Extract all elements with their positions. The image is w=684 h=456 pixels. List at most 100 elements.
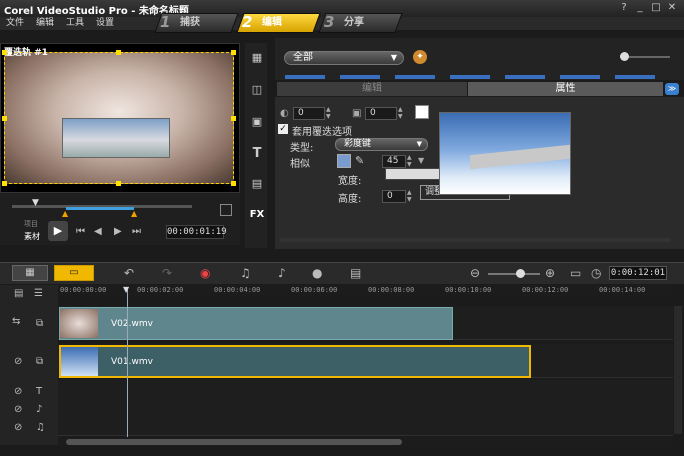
lock-icon[interactable]: ⊘ [14, 386, 22, 397]
opacity-spinner[interactable]: 0 [293, 107, 325, 120]
clip-mode-label[interactable]: 素材 [24, 231, 40, 242]
resize-handle[interactable] [116, 50, 121, 55]
track-manager-icon[interactable]: ▤ [14, 288, 23, 299]
auto-music-icon[interactable]: ♪ [278, 266, 286, 280]
overlay-checkbox[interactable]: ✓ [278, 124, 288, 134]
trim-start-icon[interactable]: ▲ [62, 209, 68, 218]
timeline-view-button[interactable]: ▭ [54, 265, 94, 281]
browse-icon[interactable]: ✦ [413, 50, 427, 64]
resize-handle[interactable] [231, 116, 236, 121]
resize-handle[interactable] [231, 50, 236, 55]
video-track-icon[interactable]: ⧉ [36, 356, 43, 367]
motion-icon[interactable]: ● [312, 266, 322, 280]
thumb-size-handle[interactable] [620, 52, 629, 61]
border-spinner[interactable]: 0 [365, 107, 397, 120]
type-dropdown: 彩度键 ▼ [335, 138, 428, 151]
spinner-arrows-icon[interactable]: ▲ ▼ [407, 154, 412, 168]
lock-icon[interactable]: ⊘ [14, 356, 22, 367]
scrub-handle-icon[interactable]: ▼ [32, 198, 39, 208]
playhead-marker-icon[interactable]: ▼ [123, 285, 129, 294]
minimize-icon[interactable]: _ [632, 2, 648, 14]
fit-project-icon[interactable]: ▭ [570, 266, 581, 280]
key-color-swatch[interactable] [337, 154, 351, 168]
eyedropper-icon[interactable]: ✎ [355, 154, 364, 167]
library-thumb[interactable] [560, 75, 600, 79]
spinner-arrows-icon[interactable]: ▲ ▼ [398, 106, 403, 120]
chapter-icon[interactable]: ☰ [34, 288, 43, 299]
library-thumb[interactable] [450, 75, 490, 79]
close-icon[interactable]: ✕ [664, 2, 680, 14]
similar-spinner[interactable]: 45 [382, 155, 406, 168]
trim-end-icon[interactable]: ▲ [131, 209, 137, 218]
resize-handle[interactable] [116, 181, 121, 186]
step-share-num: 3 [324, 13, 335, 31]
record-icon[interactable]: ◉ [200, 266, 210, 280]
music-track-icon[interactable]: ♫ [36, 422, 45, 433]
resize-handle[interactable] [2, 181, 7, 186]
media-icon[interactable]: ▦ [248, 50, 266, 66]
collapse-icon[interactable]: ≫ [665, 83, 679, 95]
resize-handle[interactable] [2, 50, 7, 55]
video-icon[interactable]: ▤ [248, 176, 266, 192]
resize-handle[interactable] [2, 116, 7, 121]
playhead[interactable] [127, 287, 128, 437]
border-color-swatch[interactable] [415, 105, 429, 119]
zoom-slider[interactable] [488, 273, 540, 275]
audio-mixer-icon[interactable]: ♫ [240, 266, 251, 280]
menu-edit[interactable]: 编辑 [36, 17, 54, 30]
play-button[interactable]: ▶ [48, 221, 68, 241]
redo-icon[interactable]: ↷ [162, 266, 172, 280]
library-thumb[interactable] [615, 75, 655, 79]
clock-icon: ◷ [591, 266, 602, 280]
go-start-icon[interactable]: ⏮ [76, 226, 85, 237]
height-spinner[interactable]: 0 [382, 190, 406, 203]
lock-icon[interactable]: ⊘ [14, 404, 22, 415]
enlarge-icon[interactable] [220, 204, 232, 216]
menu-tools[interactable]: 工具 [66, 17, 84, 30]
timeline-scroll-thumb[interactable] [66, 439, 402, 445]
link-icon[interactable]: ⇆ [12, 316, 20, 327]
step-share-label: 分享 [344, 17, 364, 28]
slider-popup-icon[interactable]: ▼ [418, 156, 424, 165]
title-icon[interactable]: T [248, 146, 266, 162]
library-thumb[interactable] [505, 75, 545, 79]
tab-edit[interactable]: 编辑 [277, 82, 467, 96]
spinner-arrows-icon[interactable]: ▲ ▼ [407, 189, 412, 203]
vertical-scrollbar[interactable] [674, 306, 682, 434]
library-thumb[interactable] [285, 75, 325, 79]
preview-timecode[interactable]: 00:00:01:19 [166, 225, 227, 239]
tab-attributes[interactable]: 属性 [468, 82, 663, 96]
prev-frame-icon[interactable]: ◀ [94, 226, 102, 237]
zoom-out-icon[interactable]: ⊖ [470, 266, 480, 280]
step-edit-label: 编辑 [262, 17, 282, 28]
overlay-clip-preview[interactable] [62, 118, 170, 158]
menu-settings[interactable]: 设置 [96, 17, 114, 30]
title-track-icon[interactable]: T [36, 386, 42, 397]
library-filter-dropdown[interactable]: 全部 ▼ [284, 51, 404, 65]
go-end-icon[interactable]: ⏭ [132, 226, 141, 237]
storyboard-view-button[interactable]: ▦ [12, 265, 48, 281]
project-duration[interactable]: 0:00:12:01 [609, 266, 667, 280]
other-tracks[interactable] [58, 380, 673, 436]
attributes-scrollbar[interactable] [280, 238, 670, 242]
spinner-arrows-icon[interactable]: ▲ ▼ [326, 106, 331, 120]
voice-track-icon[interactable]: ♪ [36, 404, 42, 415]
undo-icon[interactable]: ↶ [124, 266, 134, 280]
track-headers [0, 285, 58, 445]
subtitle-icon[interactable]: ▤ [350, 266, 361, 280]
project-mode-label[interactable]: 项目 [24, 219, 38, 229]
fx-icon[interactable]: FX [248, 207, 266, 223]
lock-icon[interactable]: ⊘ [14, 422, 22, 433]
maximize-icon[interactable]: □ [648, 2, 664, 14]
next-frame-icon[interactable]: ▶ [114, 226, 122, 237]
help-icon[interactable]: ? [616, 2, 632, 14]
transition-icon[interactable]: ◫ [248, 82, 266, 98]
resize-handle[interactable] [231, 181, 236, 186]
overlay-track-icon[interactable]: ⧉ [36, 318, 43, 329]
library-thumb[interactable] [395, 75, 435, 79]
graphics-icon[interactable]: ▣ [248, 114, 266, 130]
library-thumb[interactable] [340, 75, 380, 79]
zoom-in-icon[interactable]: ⊕ [545, 266, 555, 280]
zoom-handle[interactable] [516, 269, 525, 278]
menu-file[interactable]: 文件 [6, 17, 24, 30]
